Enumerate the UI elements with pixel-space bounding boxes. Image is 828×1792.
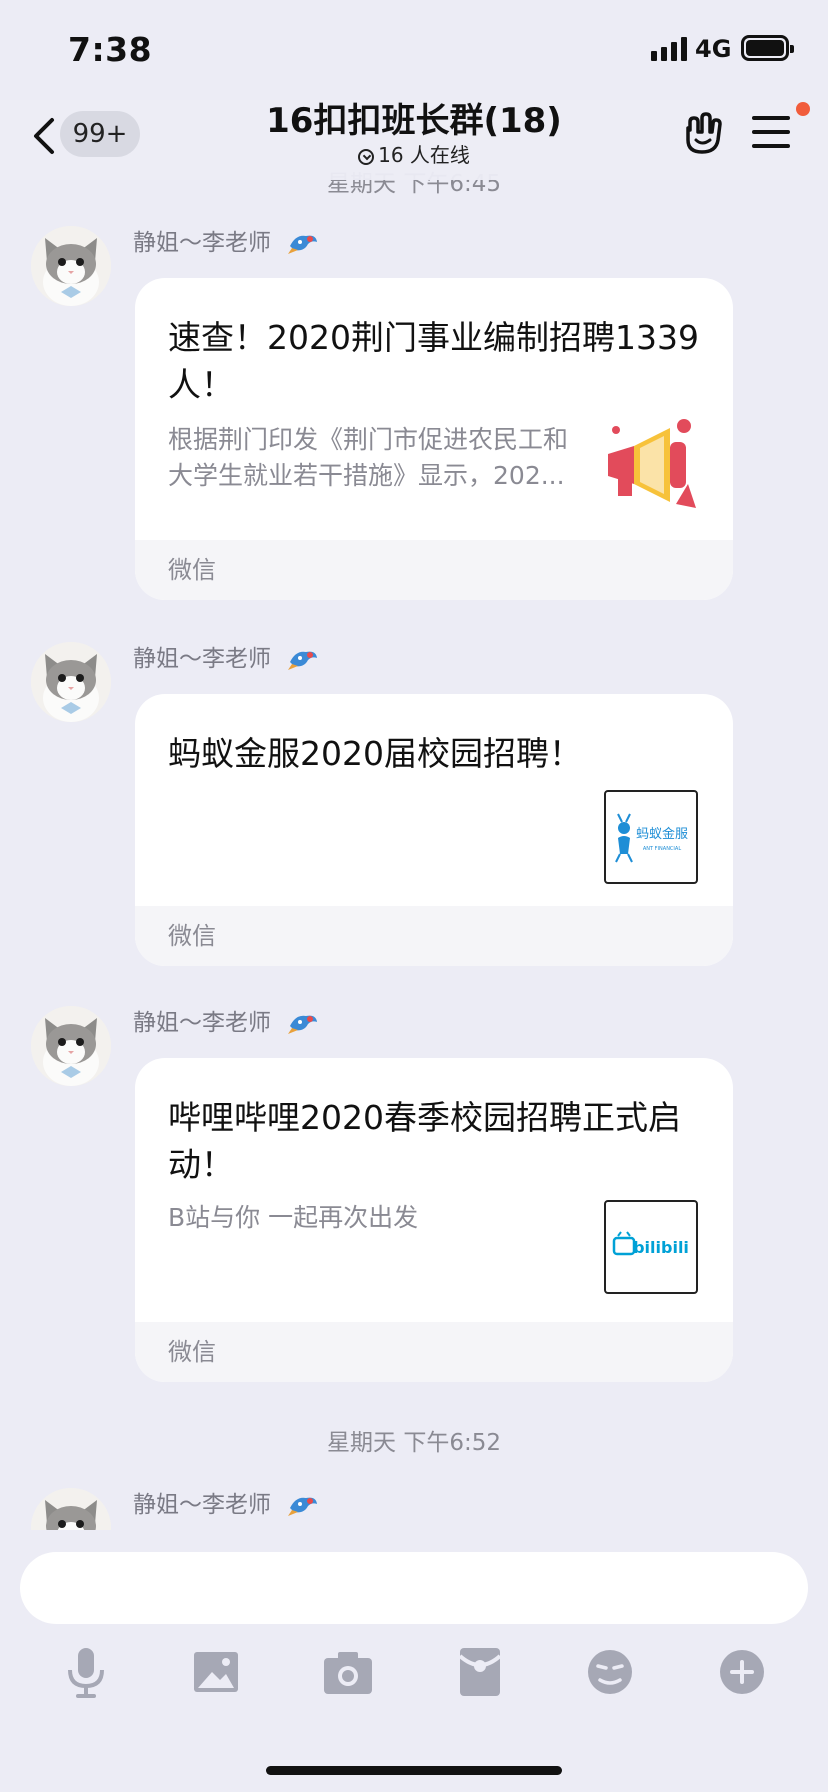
back-arrow-icon[interactable] [26, 112, 62, 160]
sender-name: 静姐～李老师 [133, 230, 271, 256]
red-packet-icon[interactable] [450, 1642, 510, 1702]
signal-icon [651, 37, 687, 61]
message-item: 静姐～李老师 蚂蚁金服2020届校园招聘！ 蚂蚁金服 ANT FINANCIAL… [0, 642, 828, 972]
megaphone-icon [608, 419, 696, 508]
unread-count-badge[interactable]: 99+ [60, 111, 140, 157]
notification-dot [796, 102, 810, 116]
online-status: 16 人在线 [200, 142, 628, 168]
message-item: 静姐～李老师 速查！2020荆门事业编制招聘1339人！ 根据荆门印发《荆门市促… [0, 226, 828, 606]
card-source: 微信 [168, 1338, 216, 1366]
camera-icon[interactable] [318, 1642, 378, 1702]
online-count: 16 人在线 [378, 143, 470, 167]
link-card[interactable]: 速查！2020荆门事业编制招聘1339人！ 根据荆门印发《荆门市促进农民工和大学… [135, 278, 733, 600]
card-thumbnail: 蚂蚁金服 ANT FINANCIAL [604, 790, 698, 884]
card-title: 蚂蚁金服2020届校园招聘！ [168, 734, 582, 773]
link-card[interactable]: 哔哩哔哩2020春季校园招聘正式启动！ B站与你 一起再次出发 bilibili… [135, 1058, 733, 1382]
dragon-badge-icon [288, 1015, 318, 1034]
link-card[interactable]: 蚂蚁金服2020届校园招聘！ 蚂蚁金服 ANT FINANCIAL 微信 [135, 694, 733, 966]
battery-icon [741, 35, 794, 61]
network-type: 4G [695, 35, 732, 63]
status-bar: 7:38 4G [0, 0, 828, 100]
card-description: B站与你 一起再次出发 [168, 1203, 419, 1232]
svg-text:bilibili: bilibili [633, 1238, 689, 1257]
svg-text:蚂蚁金服: 蚂蚁金服 [636, 826, 688, 842]
online-clock-icon [358, 149, 375, 165]
card-title: 速查！2020荆门事业编制招聘1339人！ [168, 318, 699, 404]
card-thumbnail [604, 418, 698, 512]
card-title: 哔哩哔哩2020春季校园招聘正式启动！ [168, 1098, 681, 1184]
avatar[interactable] [31, 1006, 111, 1086]
time-separator: 星期天 下午6:52 [327, 1430, 501, 1456]
svg-text:ANT FINANCIAL: ANT FINANCIAL [643, 846, 681, 852]
card-source: 微信 [168, 922, 216, 950]
home-indicator [266, 1766, 562, 1775]
cat-avatar-icon [31, 1006, 111, 1086]
sender-name: 静姐～李老师 [133, 646, 271, 672]
bilibili-logo: bilibili [612, 1231, 689, 1257]
ant-financial-logo: 蚂蚁金服 ANT FINANCIAL [615, 813, 688, 863]
status-time: 7:38 [68, 30, 153, 69]
avatar[interactable] [31, 226, 111, 306]
sender-name: 静姐～李老师 [133, 1010, 271, 1036]
plus-icon[interactable] [712, 1642, 772, 1702]
image-icon[interactable] [186, 1642, 246, 1702]
message-input[interactable] [20, 1552, 808, 1624]
card-thumbnail: bilibili [604, 1200, 698, 1294]
avatar[interactable] [31, 642, 111, 722]
card-description: 根据荆门印发《荆门市促进农民工和大学生就业若干措施》显示，202... [168, 425, 569, 490]
emoji-icon[interactable] [580, 1642, 640, 1702]
dragon-badge-icon [288, 651, 318, 670]
card-source: 微信 [168, 556, 216, 584]
chat-header: 99+ 16扣扣班长群(18) 16 人在线 [0, 100, 828, 180]
hand-gesture-icon[interactable] [680, 110, 726, 156]
chat-title[interactable]: 16扣扣班长群(18) [200, 100, 628, 142]
sender-name: 静姐～李老师 [133, 1492, 271, 1518]
dragon-badge-icon [288, 235, 318, 254]
message-item: 静姐～李老师 哔哩哔哩2020春季校园招聘正式启动！ B站与你 一起再次出发 b… [0, 1006, 828, 1396]
cat-avatar-icon [31, 642, 111, 722]
input-bar [0, 1530, 828, 1792]
dragon-badge-icon [288, 1497, 318, 1516]
cat-avatar-icon [31, 226, 111, 306]
microphone-icon[interactable] [56, 1642, 116, 1702]
menu-icon[interactable] [752, 102, 810, 150]
